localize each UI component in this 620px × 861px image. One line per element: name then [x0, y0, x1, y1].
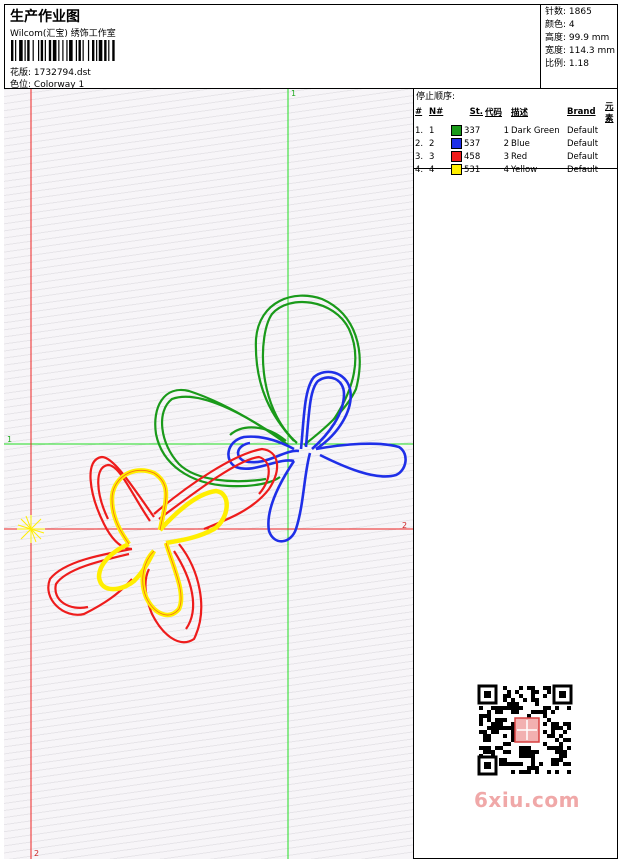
stats-panel: 针数: 1865 颜色: 4 高度: 99.9 mm 宽度: 114.3 mm …	[540, 4, 618, 88]
stat-width: 宽度: 114.3 mm	[545, 46, 616, 56]
qr-code-watermark	[469, 680, 581, 780]
page-title: 生产作业图	[10, 9, 80, 25]
stat-height: 高度: 99.9 mm	[545, 33, 610, 43]
row-code: 3	[503, 151, 509, 162]
col-element: 元素	[605, 102, 614, 124]
row-brand: Default	[567, 125, 599, 136]
row-index: 3.	[415, 151, 424, 162]
table-header-row: # N# St. 代码 描述 Brand 元素	[414, 100, 618, 124]
col-index: #	[415, 107, 423, 117]
row-number: 4	[429, 164, 435, 175]
stat-stitches: 针数: 1865	[545, 7, 592, 17]
table-row: 3. 3 458 3 Red Default	[414, 150, 618, 163]
row-stitches: 537	[450, 137, 484, 150]
row-description: Yellow	[511, 164, 538, 175]
row-stitches: 531	[450, 163, 484, 176]
table-row: 4. 4 531 4 Yellow Default	[414, 163, 618, 176]
company-name: Wilcom(汇宝) 绣饰工作室	[10, 29, 116, 39]
header: 生产作业图 Wilcom(汇宝) 绣饰工作室 花版: 1732794.dst 色…	[4, 4, 618, 90]
row-index: 1.	[415, 125, 424, 136]
table-row: 1. 1 337 1 Dark Green Default	[414, 124, 618, 137]
row-index: 2.	[415, 138, 424, 149]
stat-colors: 颜色: 4	[545, 20, 575, 30]
guide-label-h-right: 2	[402, 521, 407, 530]
row-description: Dark Green	[511, 125, 560, 136]
color-swatch	[451, 164, 462, 175]
guide-label-h-left: 1	[7, 435, 12, 444]
row-brand: Default	[567, 151, 599, 162]
design-preview: 1 1 2 2	[4, 89, 413, 859]
guide-label-v-bottom: 2	[34, 849, 39, 858]
color-swatch	[451, 151, 462, 162]
row-stitches: 337	[450, 124, 484, 137]
barcode	[11, 40, 115, 61]
table-row: 2. 2 537 2 Blue Default	[414, 137, 618, 150]
col-description: 描述	[511, 108, 529, 118]
row-description: Blue	[511, 138, 530, 149]
row-stitches: 458	[450, 150, 484, 163]
row-number: 3	[429, 151, 435, 162]
start-point-marker	[17, 515, 45, 543]
row-description: Red	[511, 151, 528, 162]
row-element	[604, 124, 618, 137]
col-brand: Brand	[567, 107, 596, 117]
col-code: 代码	[485, 108, 503, 118]
row-code: 1	[503, 125, 509, 136]
row-code: 2	[503, 138, 509, 149]
color-swatch	[451, 125, 462, 136]
color-swatch	[451, 138, 462, 149]
row-brand: Default	[567, 138, 599, 149]
row-number: 2	[429, 138, 435, 149]
row-code: 4	[503, 164, 509, 175]
stop-sequence-table: # N# St. 代码 描述 Brand 元素 1. 1 337 1 Dark …	[414, 100, 618, 176]
row-element	[604, 137, 618, 150]
guide-label-v-top: 1	[291, 89, 296, 98]
row-brand: Default	[567, 164, 599, 175]
design-canvas: 1 1 2 2	[4, 89, 414, 859]
row-element	[604, 163, 618, 176]
row-number: 1	[429, 125, 435, 136]
col-number: N#	[429, 107, 444, 117]
row-element	[604, 150, 618, 163]
brand-logo-text: 6xiu.com	[474, 788, 580, 812]
stat-ratio: 比例: 1.18	[545, 59, 589, 69]
col-stitches: St.	[469, 107, 483, 117]
stop-sequence-panel: 停止顺序: # N# St. 代码 描述 Brand 元素 1. 1 337 1…	[414, 89, 618, 175]
row-index: 4.	[415, 164, 424, 175]
